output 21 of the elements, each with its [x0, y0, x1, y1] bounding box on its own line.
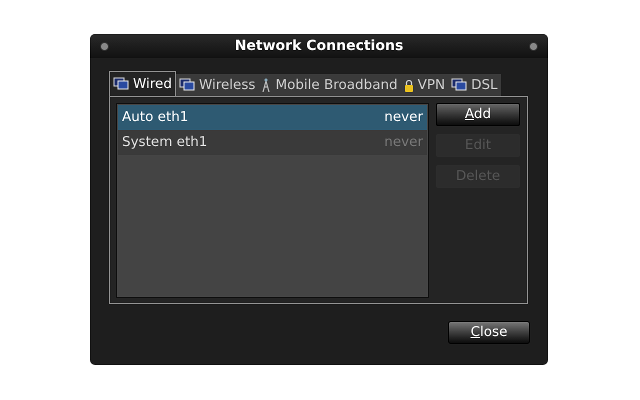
computer-icon [451, 78, 468, 92]
tab[interactable]: Wired [109, 71, 176, 96]
tab[interactable]: DSL [448, 74, 501, 96]
last-used: never [384, 133, 423, 152]
computer-icon [178, 78, 195, 92]
connection-name: Auto eth1 [122, 108, 188, 128]
window-menu-icon[interactable] [100, 42, 109, 50]
action-button[interactable]: Add [436, 103, 520, 126]
tab[interactable]: VPN [400, 74, 448, 96]
tab[interactable]: Wireless [176, 74, 258, 96]
window-title: Network Connections [234, 36, 404, 56]
close-button[interactable]: Close [448, 321, 530, 344]
window-control-icon[interactable] [529, 42, 538, 50]
last-used: never [384, 108, 423, 128]
connection-name: System eth1 [122, 133, 208, 152]
antenna-icon [261, 78, 272, 92]
computer-icon [113, 77, 129, 91]
connection-row[interactable]: Auto eth1 never [118, 105, 427, 130]
lock-icon [404, 78, 414, 92]
tab[interactable]: Mobile Broadband [258, 74, 401, 96]
connection-row[interactable]: System eth1 never [118, 130, 427, 155]
